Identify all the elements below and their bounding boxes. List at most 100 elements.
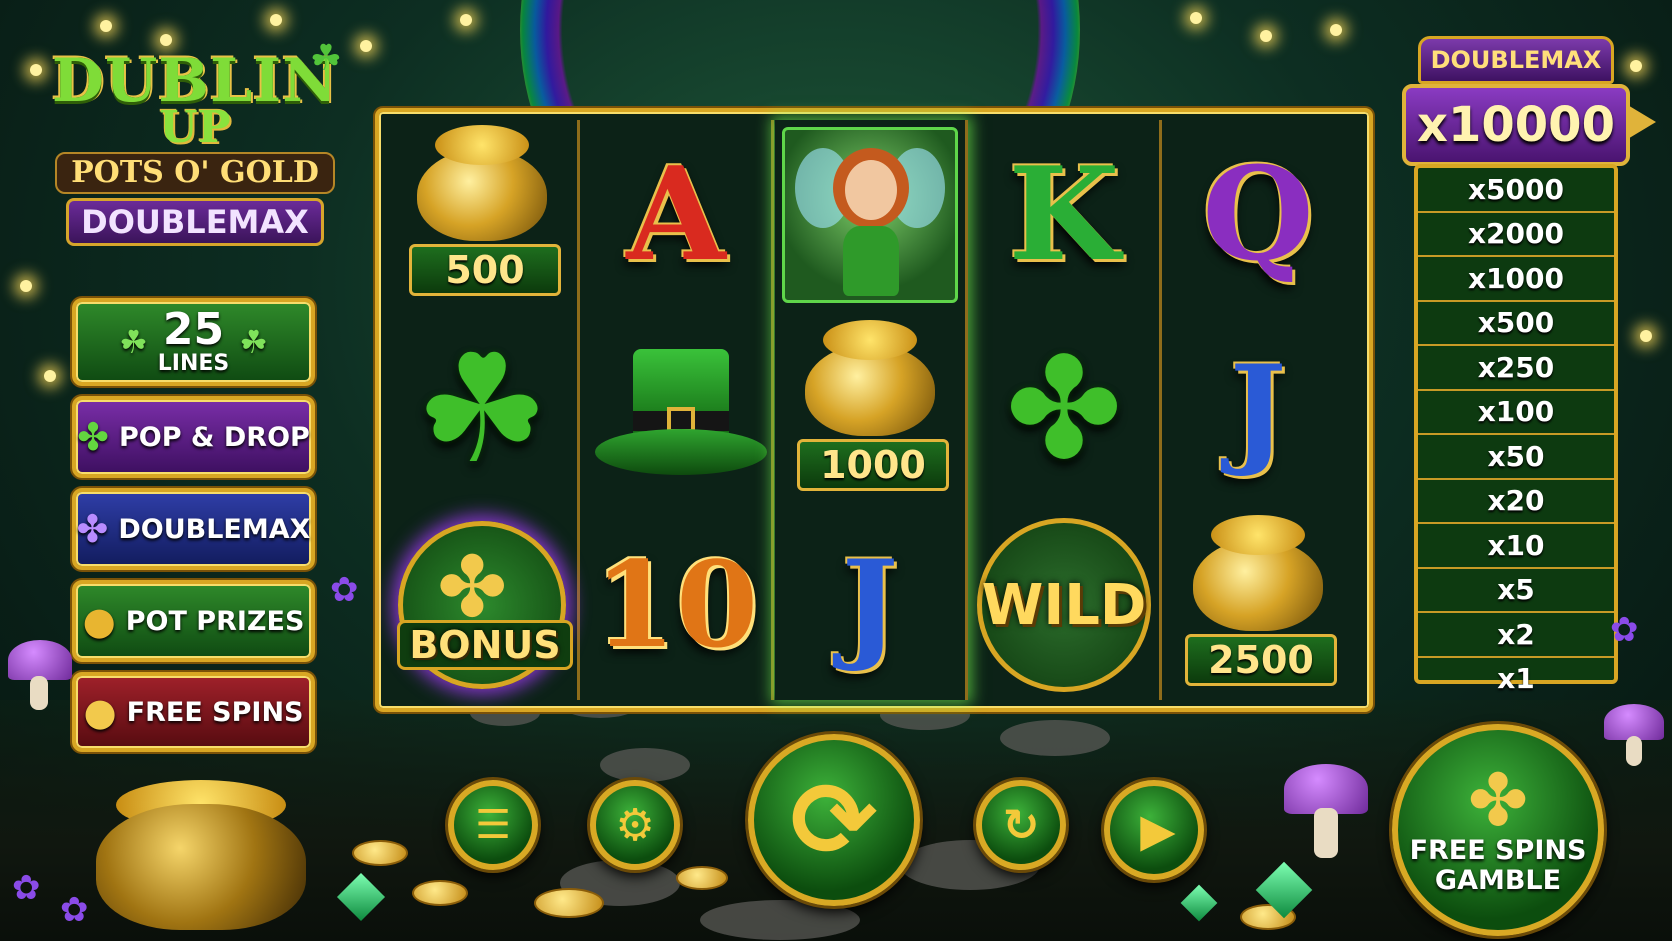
symbol-letter-a: A xyxy=(581,120,771,310)
feature-label: DOUBLEMAX xyxy=(118,513,311,545)
ladder-rung: x1000 xyxy=(1418,257,1614,302)
shamrock-icon: ☘ xyxy=(309,38,342,79)
fairy-light xyxy=(1640,330,1652,342)
violet-flower: ✿ xyxy=(12,868,41,908)
pot-of-gold-icon xyxy=(805,320,935,436)
free-spins-gamble-label-2: GAMBLE xyxy=(1434,865,1562,896)
pot-of-gold-icon xyxy=(1193,515,1323,631)
fairy-light xyxy=(1190,12,1202,24)
path-stone xyxy=(600,748,690,782)
ladder-rung: x50 xyxy=(1418,435,1614,480)
path-stone xyxy=(700,900,860,940)
letter-a: A xyxy=(626,140,726,290)
mushroom-stem xyxy=(1626,736,1642,766)
path-stone xyxy=(1000,720,1110,756)
shamrock-icon: ☘ xyxy=(239,323,268,361)
feature-pot-prizes[interactable]: ● POT PRIZES xyxy=(72,580,315,662)
number-ten: 10 xyxy=(593,535,759,674)
play-button[interactable]: ▶ xyxy=(1104,780,1204,880)
symbol-wild: WILD xyxy=(969,510,1159,700)
pot-of-gold-icon xyxy=(417,125,547,241)
symbol-pot-of-gold: 500 xyxy=(387,120,577,310)
ladder-rung: x2 xyxy=(1418,613,1614,658)
symbol-pot-of-gold: 1000 xyxy=(775,315,965,505)
gear-icon: ⚙ xyxy=(615,799,655,851)
ladder-rung: x1 xyxy=(1497,662,1535,696)
spin-arrows-icon: ⟳ xyxy=(790,759,878,881)
autoplay-button[interactable]: ↻ xyxy=(976,780,1066,870)
violet-flower: ✿ xyxy=(330,570,359,610)
fairy-light xyxy=(460,14,472,26)
mushroom-stem xyxy=(1314,808,1338,858)
gold-coin-icon: ● xyxy=(83,690,117,734)
symbol-ten: 10 xyxy=(581,510,771,700)
violet-flower: ✿ xyxy=(1610,610,1639,650)
settings-button[interactable]: ⚙ xyxy=(590,780,680,870)
fairy-light xyxy=(1330,24,1342,36)
pot-prize-value: 500 xyxy=(409,244,561,296)
feature-doublemax[interactable]: ✤ DOUBLEMAX xyxy=(72,488,315,570)
ladder-rung: x20 xyxy=(1418,480,1614,524)
letter-q: Q xyxy=(1202,140,1314,290)
logo-tagline: POTS O' GOLD xyxy=(55,152,335,194)
letter-j: J xyxy=(841,534,899,675)
mushroom-decoration xyxy=(8,640,72,680)
menu-button[interactable]: ☰ xyxy=(448,780,538,870)
feature-free-spins[interactable]: ● FREE SPINS xyxy=(72,672,315,752)
pot-of-gold-icon: ● xyxy=(82,599,116,643)
mushroom-decoration xyxy=(1284,764,1368,814)
current-multiplier: x10000 xyxy=(1402,84,1630,166)
bonus-icon: ✤ BONUS xyxy=(397,521,573,689)
symbol-leprechaun-hat xyxy=(581,315,771,505)
reel-3: 1000 J xyxy=(775,120,968,700)
gold-coin xyxy=(534,888,604,918)
gold-clover-icon: ✤ xyxy=(1467,758,1529,842)
leprechaun-hat-icon xyxy=(581,325,771,495)
ladder-rung: x100 xyxy=(1418,391,1614,435)
symbol-letter-j: J xyxy=(1163,315,1353,505)
ladder-rung: x10 xyxy=(1418,524,1614,569)
menu-icon: ☰ xyxy=(475,802,511,848)
free-spins-gamble-label-1: FREE SPINS xyxy=(1409,835,1587,866)
logo-doublemax: DOUBLEMAX xyxy=(66,198,324,246)
feature-label: POP & DROP xyxy=(119,421,310,453)
four-leaf-clover-icon: ✤ xyxy=(1005,328,1123,491)
reel-2: A 10 xyxy=(581,120,774,700)
wild-icon: WILD xyxy=(977,518,1151,692)
letter-k: K xyxy=(1008,140,1120,290)
fairy-light xyxy=(1260,30,1272,42)
reel-1: 500 ☘ ✤ BONUS xyxy=(387,120,580,700)
mushroom-stem xyxy=(30,676,48,710)
spin-button[interactable]: ⟳ xyxy=(748,734,920,906)
lines-panel: ☘ 25 LINES ☘ xyxy=(72,298,315,386)
fairy-light xyxy=(360,40,372,52)
free-spins-gamble-button[interactable]: ✤ FREE SPINS GAMBLE xyxy=(1392,724,1604,936)
gold-coin xyxy=(352,840,408,866)
reel-grid: 500 ☘ ✤ BONUS A 10 1000 J K ✤ WILD Q J 2… xyxy=(375,108,1373,712)
four-leaf-clover-icon: ✤ xyxy=(77,415,109,459)
wild-label: WILD xyxy=(981,572,1147,638)
fairy-light xyxy=(20,280,32,292)
symbol-pot-of-gold: 2500 xyxy=(1163,510,1353,700)
fairy-light xyxy=(270,14,282,26)
feature-pop-and-drop[interactable]: ✤ POP & DROP xyxy=(72,396,315,478)
fairy-light xyxy=(100,20,112,32)
play-icon: ▶ xyxy=(1140,803,1176,857)
multiplier-ladder: x5000 x2000 x1000 x500 x250 x100 x50 x20… xyxy=(1414,164,1618,695)
feature-label: FREE SPINS xyxy=(126,696,304,728)
mushroom-decoration xyxy=(1604,704,1664,740)
reel-4: K ✤ WILD xyxy=(969,120,1162,700)
ladder-rung: x250 xyxy=(1418,346,1614,391)
fairy-light xyxy=(44,370,56,382)
lines-label: LINES xyxy=(157,351,230,376)
fairy-icon xyxy=(782,127,958,303)
ladder-rung: x500 xyxy=(1418,302,1614,346)
lines-count: 25 xyxy=(162,304,225,355)
gold-coin xyxy=(676,866,728,890)
pot-prize-value: 1000 xyxy=(797,439,949,491)
shamrock-icon: ☘ xyxy=(414,323,550,497)
reel-5: Q J 2500 xyxy=(1163,120,1353,700)
symbol-letter-q: Q xyxy=(1163,120,1353,310)
symbol-letter-j: J xyxy=(775,510,965,700)
symbol-bonus: ✤ BONUS xyxy=(387,510,577,700)
